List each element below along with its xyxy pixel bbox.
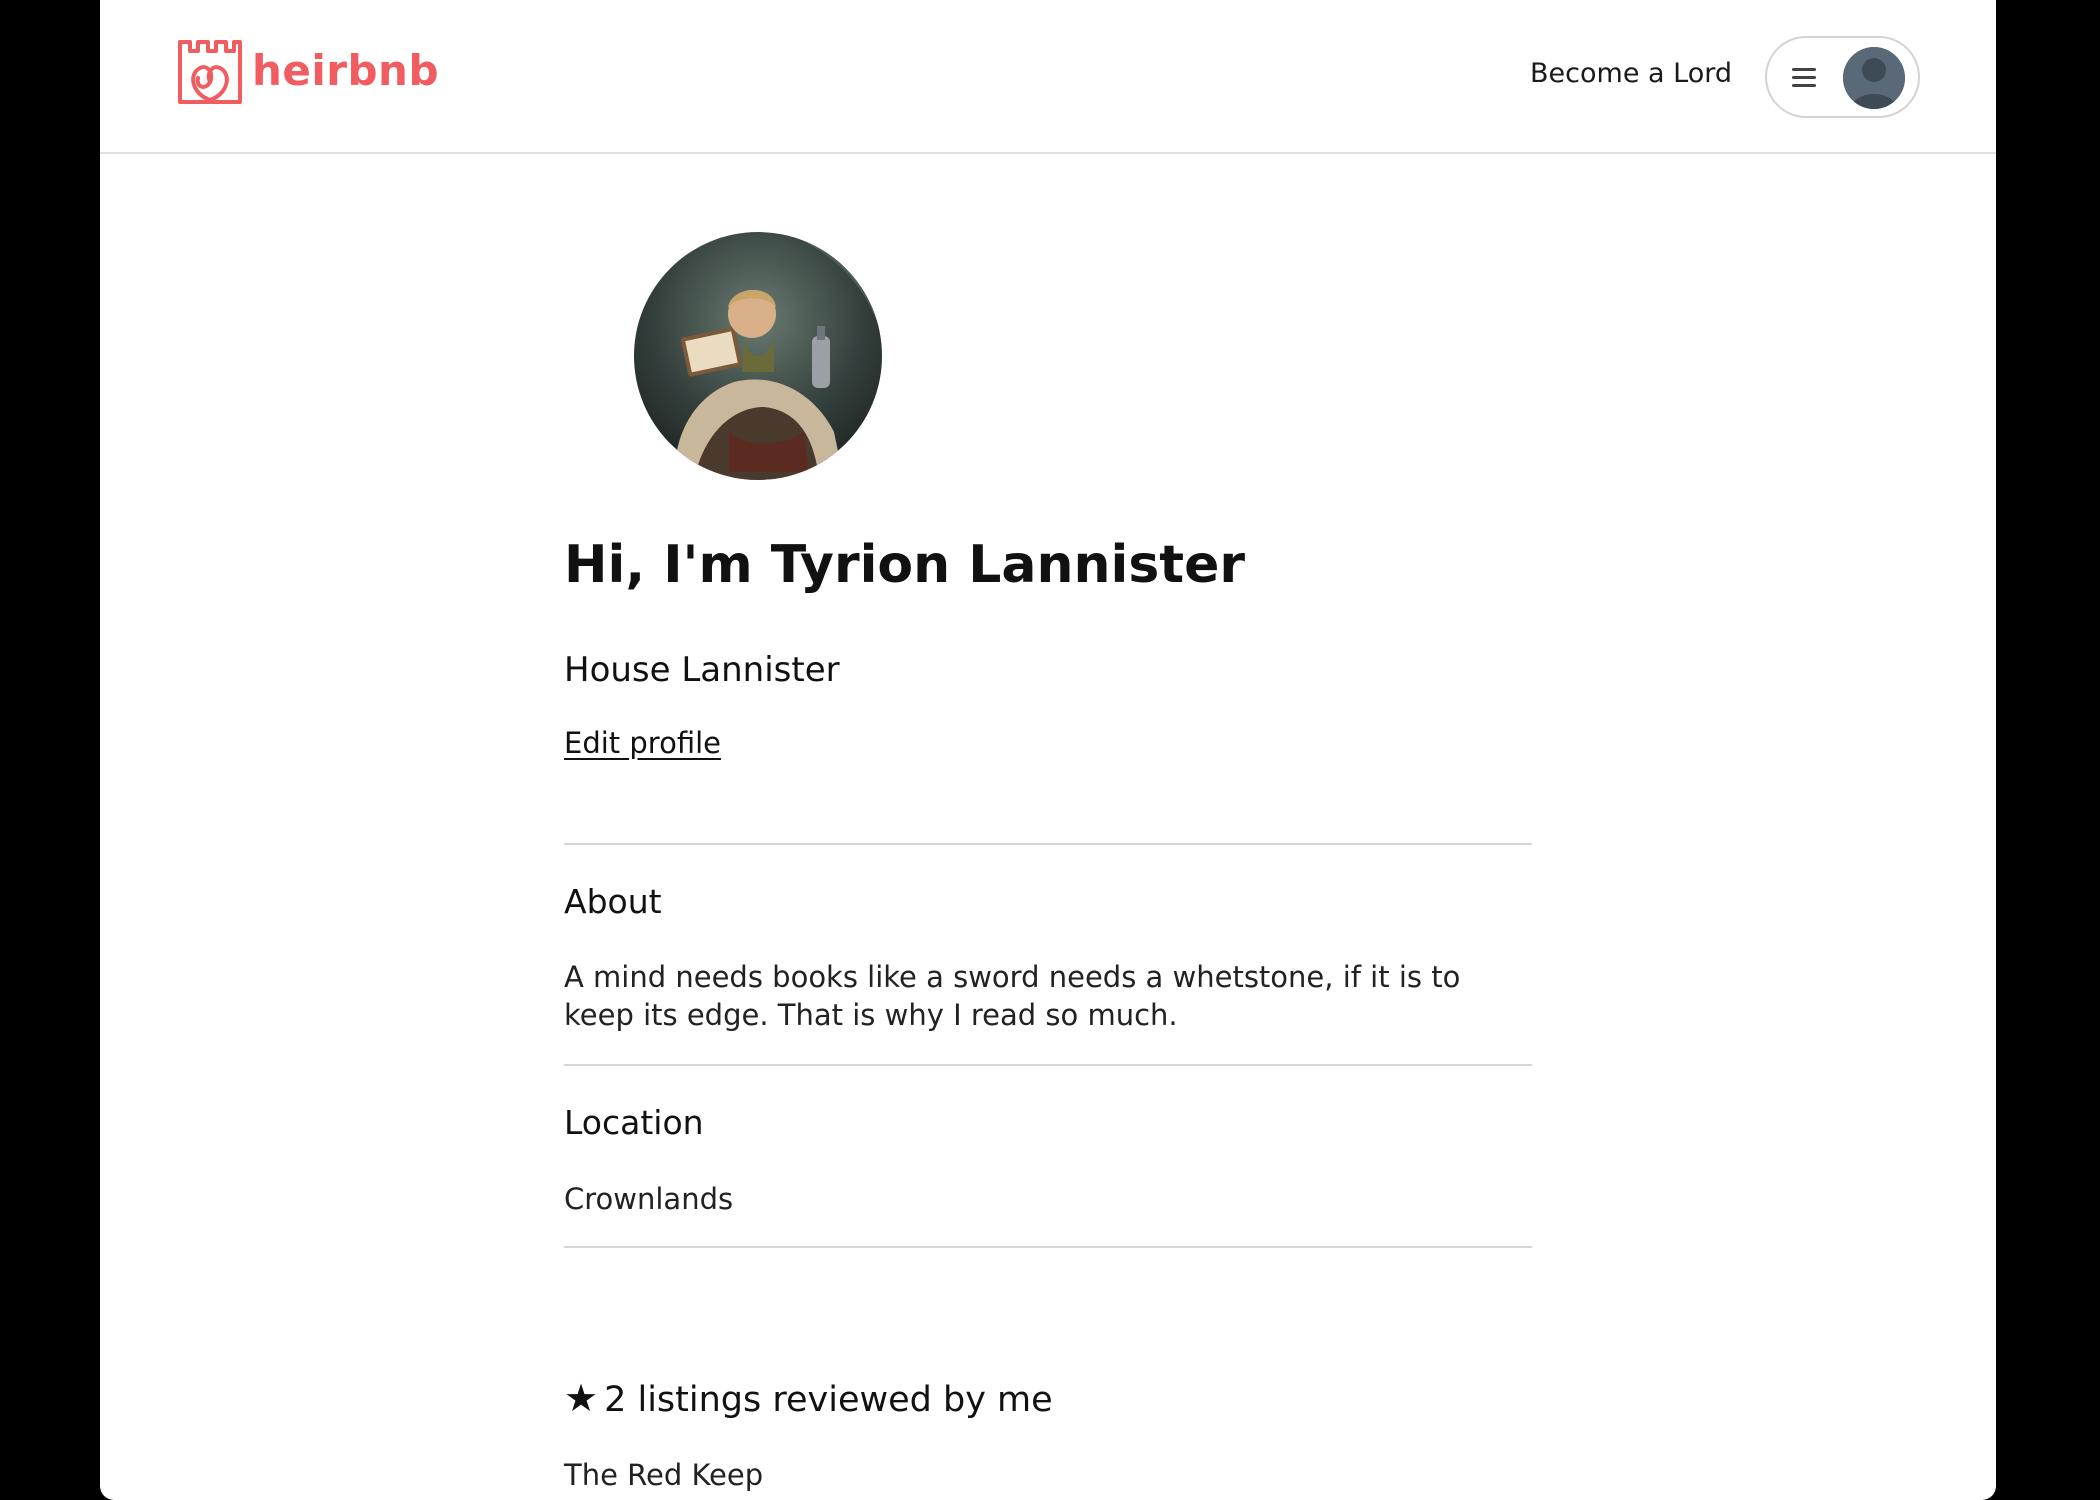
- about-text: A mind needs books like a sword needs a …: [564, 960, 1461, 1032]
- reviewed-listing-item[interactable]: The Red Keep: [564, 1458, 763, 1492]
- reviews-heading: ★ 2 listings reviewed by me: [564, 1376, 1053, 1420]
- section-divider: [564, 843, 1532, 845]
- reviews-title-text: 2 listings reviewed by me: [604, 1380, 1053, 1420]
- section-divider: [564, 1064, 1532, 1066]
- user-menu-button[interactable]: [1765, 36, 1920, 118]
- star-icon: ★: [564, 1376, 599, 1420]
- castle-logo-icon: [178, 40, 242, 104]
- section-divider: [564, 1246, 1532, 1248]
- profile-house: House Lannister: [564, 650, 840, 690]
- become-a-lord-link[interactable]: Become a Lord: [1530, 58, 1732, 89]
- heirbnb-logo[interactable]: heirbnb: [174, 34, 439, 106]
- profile-greeting: Hi, I'm Tyrion Lannister: [564, 535, 1246, 595]
- about-title: About: [564, 882, 662, 921]
- user-avatar-icon: [1843, 47, 1905, 109]
- edit-profile-link[interactable]: Edit profile: [564, 726, 721, 760]
- browser-window: heirbnb Become a Lord Hi, I'm Tyrion Lan…: [100, 0, 1996, 1500]
- hamburger-menu-icon: [1792, 68, 1816, 88]
- logo-text: heirbnb: [252, 45, 440, 95]
- top-navbar: heirbnb Become a Lord: [100, 0, 1996, 154]
- location-text: Crownlands: [564, 1182, 734, 1216]
- profile-photo: [634, 232, 882, 480]
- location-title: Location: [564, 1103, 704, 1142]
